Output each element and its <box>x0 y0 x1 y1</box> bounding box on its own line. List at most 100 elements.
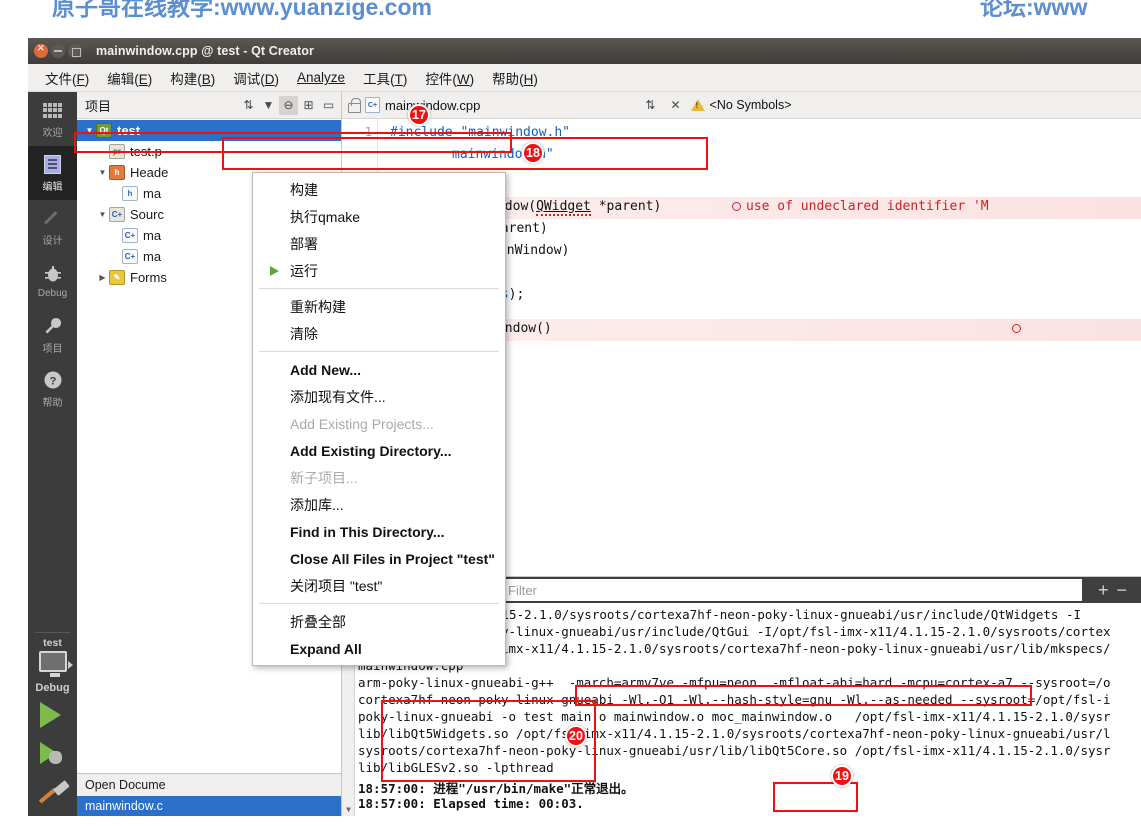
code-line-1-text: #include "mainwindow.h" <box>390 125 571 140</box>
window-maximize-button[interactable] <box>68 44 82 58</box>
menu-widgets[interactable]: 控件(W) <box>416 65 483 91</box>
context-menu-item-clean[interactable]: 清除 <box>253 320 505 347</box>
output-line-10: lib/libGLESv2.so -lpthread <box>358 760 554 775</box>
activity-item-welcome-label: 欢迎 <box>42 128 63 139</box>
expand-node-icon[interactable]: ⊞ <box>299 96 318 115</box>
scroll-down-arrow[interactable]: ▼ <box>344 805 353 814</box>
link-sync-icon[interactable]: ⊖ <box>279 95 298 115</box>
output-line-8: lib/libQt5Widgets.so /opt/fsl-imx-x11/4.… <box>358 726 1111 741</box>
editor-dropdown-icon[interactable]: ⇅ <box>640 98 660 112</box>
context-menu-item-run-qmake[interactable]: 执行qmake <box>253 203 505 230</box>
output-line-9: sysroots/cortexa7hf-neon-poky-linux-gnue… <box>358 743 1111 758</box>
context-menu-item-add-existing-files[interactable]: 添加现有文件... <box>253 383 505 410</box>
context-menu-item-deploy[interactable]: 部署 <box>253 230 505 257</box>
editor-close-icon[interactable]: ✕ <box>665 98 685 112</box>
zoom-out-button[interactable]: − <box>1116 581 1127 599</box>
chevron-down-icon-sources[interactable]: ▼ <box>96 210 109 219</box>
context-menu-item-collapse-all[interactable]: 折叠全部 <box>253 608 505 635</box>
line-number-1: 1 <box>364 125 372 139</box>
lock-icon[interactable] <box>347 98 361 113</box>
menu-debug[interactable]: 调试(D) <box>224 65 288 91</box>
window-body: 欢迎 编辑 设计 Debug 项目 ? 帮助 test Debug 项目 ⇅ ▼… <box>28 92 1141 816</box>
context-menu-separator-1 <box>259 288 499 289</box>
window-title: mainwindow.cpp @ test - Qt Creator <box>96 44 314 58</box>
open-document-item[interactable]: mainwindow.c <box>77 796 341 816</box>
context-menu-item-rebuild[interactable]: 重新构建 <box>253 293 505 320</box>
menu-help[interactable]: 帮助(H) <box>483 65 547 91</box>
activity-item-welcome[interactable]: 欢迎 <box>28 92 77 146</box>
annotation-badge-20: 20 <box>565 725 587 747</box>
tree-item-main-cpp-label: ma <box>143 228 162 243</box>
tree-item-test-pro[interactable]: pr test.p <box>77 141 341 162</box>
annotation-badge-18: 18 <box>522 142 544 164</box>
window-close-button[interactable] <box>34 41 48 58</box>
sources-folder-icon: C+ <box>109 207 125 222</box>
annotation-badge-19: 19 <box>831 765 853 787</box>
window-minimize-button[interactable] <box>51 44 65 58</box>
h-file-icon: h <box>122 186 138 201</box>
open-documents-panel: Open Docume mainwindow.c <box>77 773 341 816</box>
menu-analyze[interactable]: Analyze <box>288 67 354 88</box>
output-filter-input[interactable]: Filter <box>487 579 1082 601</box>
build-hammer-icon[interactable] <box>28 780 77 810</box>
activity-item-design[interactable]: 设计 <box>28 200 77 254</box>
context-menu-item-add-existing-directory[interactable]: Add Existing Directory... <box>253 437 505 464</box>
error-message-1-text: use of undeclared identifier 'M <box>746 199 989 214</box>
menu-build[interactable]: 构建(B) <box>161 65 224 91</box>
project-context-menu: 构建 执行qmake 部署 运行 重新构建 清除 Add New... 添加现有… <box>252 172 506 666</box>
symbol-selector[interactable]: <No Symbols> <box>710 98 792 112</box>
collapse-panel-icon[interactable]: ▭ <box>319 96 338 115</box>
svg-text:?: ? <box>49 376 56 388</box>
activity-item-help[interactable]: ? 帮助 <box>28 362 77 416</box>
menu-file[interactable]: 文件(F) <box>36 65 98 91</box>
context-menu-item-find-in-directory[interactable]: Find in This Directory... <box>253 518 505 545</box>
context-menu-item-run[interactable]: 运行 <box>253 257 505 284</box>
tree-item-mainwindow-h-label: ma <box>143 186 162 201</box>
context-menu-item-close-all-files[interactable]: Close All Files in Project "test" <box>253 545 505 572</box>
tree-item-test-pro-label: test.p <box>130 144 162 159</box>
start-debugging-icon[interactable] <box>28 740 77 770</box>
menu-file-mnemonic: F <box>76 71 85 87</box>
view-selector-dropdown[interactable]: ⇅ <box>239 96 258 115</box>
open-documents-header: Open Docume <box>77 774 341 796</box>
editor-tab-name[interactable]: mainwindow.cpp <box>385 98 480 113</box>
sidebar-header: 项目 ⇅ ▼ ⊖ ⊞ ▭ <box>77 92 341 119</box>
menu-help-mnemonic: H <box>523 71 534 87</box>
chevron-down-icon[interactable]: ▼ <box>83 126 96 135</box>
watermark-top-right-text: 论坛:www <box>980 0 1088 20</box>
context-menu-item-expand-all[interactable]: Expand All <box>253 635 505 662</box>
annotation-badge-17: 17 <box>408 104 430 126</box>
filter-icon[interactable]: ▼ <box>259 96 278 115</box>
watermark-top: 原子哥在线教学:www.yuanzige.com 论坛:www <box>0 0 1141 20</box>
activity-item-design-label: 设计 <box>42 236 63 247</box>
error-message-2 <box>1012 321 1026 336</box>
run-play-icon[interactable] <box>40 702 61 728</box>
menu-build-label: 构建 <box>170 71 198 87</box>
activity-item-debug[interactable]: Debug <box>28 254 77 308</box>
chevron-right-icon-forms[interactable]: ▶ <box>96 273 109 282</box>
cpp-file-icon-tab: C+ <box>365 97 380 113</box>
context-menu-item-add-library[interactable]: 添加库... <box>253 491 505 518</box>
output-line-7: poky-linux-gnueabi -o test main.o mainwi… <box>358 709 1111 724</box>
zoom-in-button[interactable]: + <box>1098 581 1109 599</box>
chevron-down-icon-headers[interactable]: ▼ <box>96 168 109 177</box>
help-question-icon: ? <box>42 369 64 391</box>
context-menu-item-add-new[interactable]: Add New... <box>253 356 505 383</box>
tree-item-mainwindow-cpp-label: ma <box>143 249 162 264</box>
menu-edit[interactable]: 编辑(E) <box>98 65 161 91</box>
qt-creator-window: mainwindow.cpp @ test - Qt Creator 文件(F)… <box>28 38 1141 816</box>
target-selector-icon[interactable] <box>28 651 77 681</box>
activity-item-edit[interactable]: 编辑 <box>28 146 77 200</box>
context-menu-item-new-subproject: 新子项目... <box>290 469 358 486</box>
context-menu-item-run-label: 运行 <box>290 262 318 279</box>
menu-tools[interactable]: 工具(T) <box>354 65 416 91</box>
activity-item-projects[interactable]: 项目 <box>28 308 77 362</box>
sidebar-toolbar: ⇅ ▼ ⊖ ⊞ ▭ <box>239 95 341 115</box>
tree-item-sources-label: Sourc <box>130 207 164 222</box>
activity-item-projects-label: 项目 <box>42 344 63 355</box>
context-menu-item-close-project[interactable]: 关闭项目 "test" <box>253 572 505 599</box>
tree-item-project-test[interactable]: ▼ Qt test <box>77 120 341 141</box>
menu-tools-mnemonic: T <box>394 71 403 87</box>
context-menu-item-build[interactable]: 构建 <box>253 176 505 203</box>
welcome-grid-icon <box>42 99 64 121</box>
